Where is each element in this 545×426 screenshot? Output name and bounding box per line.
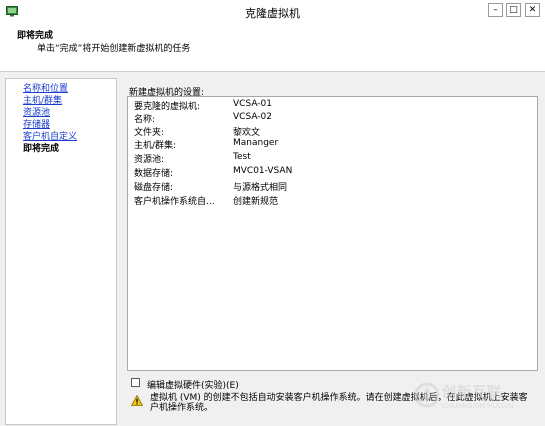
maximize-icon: □ — [509, 4, 518, 15]
watermark-text: 创新互联 — [442, 385, 502, 401]
setting-value: Mananger — [233, 138, 279, 148]
setting-key: 名称: — [134, 115, 156, 125]
setting-row: 名称: VCSA-02 — [134, 112, 534, 125]
setting-value: Test — [233, 152, 251, 162]
setting-value: 与源格式相同 — [233, 183, 288, 193]
title-bar: 克隆虚拟机 – □ ✕ — [0, 0, 545, 25]
minimize-button[interactable]: – — [488, 3, 503, 17]
setting-row: 文件夹: 黎欢文 — [134, 125, 534, 138]
setting-row: 磁盘存储: 与源格式相同 — [134, 180, 534, 193]
setting-row: 数据存储: MVC01-VSAN — [134, 166, 534, 179]
nav-item-ready-to-complete: 即将完成 — [23, 144, 60, 154]
watermark-icon — [414, 382, 440, 408]
settings-list: 要克隆的虚拟机: VCSA-01 名称: VCSA-02 文件夹: 黎欢文 主机… — [127, 96, 538, 371]
wizard-header: 即将完成 单击“完成”将开始创建新虚拟机的任务 — [0, 24, 545, 72]
setting-value: MVC01-VSAN — [233, 166, 293, 176]
setting-row: 要克隆的虚拟机: VCSA-01 — [134, 99, 534, 112]
wizard-nav: 名称和位置 主机/群集 资源池 存储器 客户机自定义 即将完成 — [5, 78, 117, 425]
setting-value: VCSA-02 — [233, 112, 272, 122]
header-title: 即将完成 — [17, 31, 54, 41]
header-subtitle: 单击“完成”将开始创建新虚拟机的任务 — [37, 44, 191, 54]
watermark-subtext: CHUANGXIN HULIAN — [442, 402, 514, 410]
close-icon: ✕ — [528, 4, 537, 15]
warning-icon — [131, 395, 143, 406]
setting-key: 文件夹: — [134, 128, 165, 138]
minimize-icon: – — [493, 4, 498, 15]
edit-hardware-label[interactable]: 编辑虚拟硬件(实验)(E) — [147, 378, 239, 391]
setting-key: 主机/群集: — [134, 141, 177, 151]
setting-key: 资源池: — [134, 155, 165, 165]
setting-value: 创建新规范 — [233, 197, 279, 207]
setting-key: 数据存储: — [134, 169, 174, 179]
window-title: 克隆虚拟机 — [245, 7, 300, 20]
setting-row: 客户机操作系统自... 创建新规范 — [134, 194, 534, 207]
edit-hardware-checkbox[interactable] — [131, 378, 140, 387]
setting-key: 要克隆的虚拟机: — [134, 102, 201, 112]
setting-row: 资源池: Test — [134, 152, 534, 165]
maximize-button[interactable]: □ — [506, 3, 521, 17]
setting-value: VCSA-01 — [233, 99, 272, 109]
close-button[interactable]: ✕ — [525, 3, 540, 17]
watermark-logo: 创新互联 CHUANGXIN HULIAN — [412, 378, 542, 424]
setting-key: 磁盘存储: — [134, 183, 174, 193]
setting-value: 黎欢文 — [233, 128, 261, 138]
setting-row: 主机/群集: Mananger — [134, 138, 534, 151]
setting-key: 客户机操作系统自... — [134, 197, 215, 207]
